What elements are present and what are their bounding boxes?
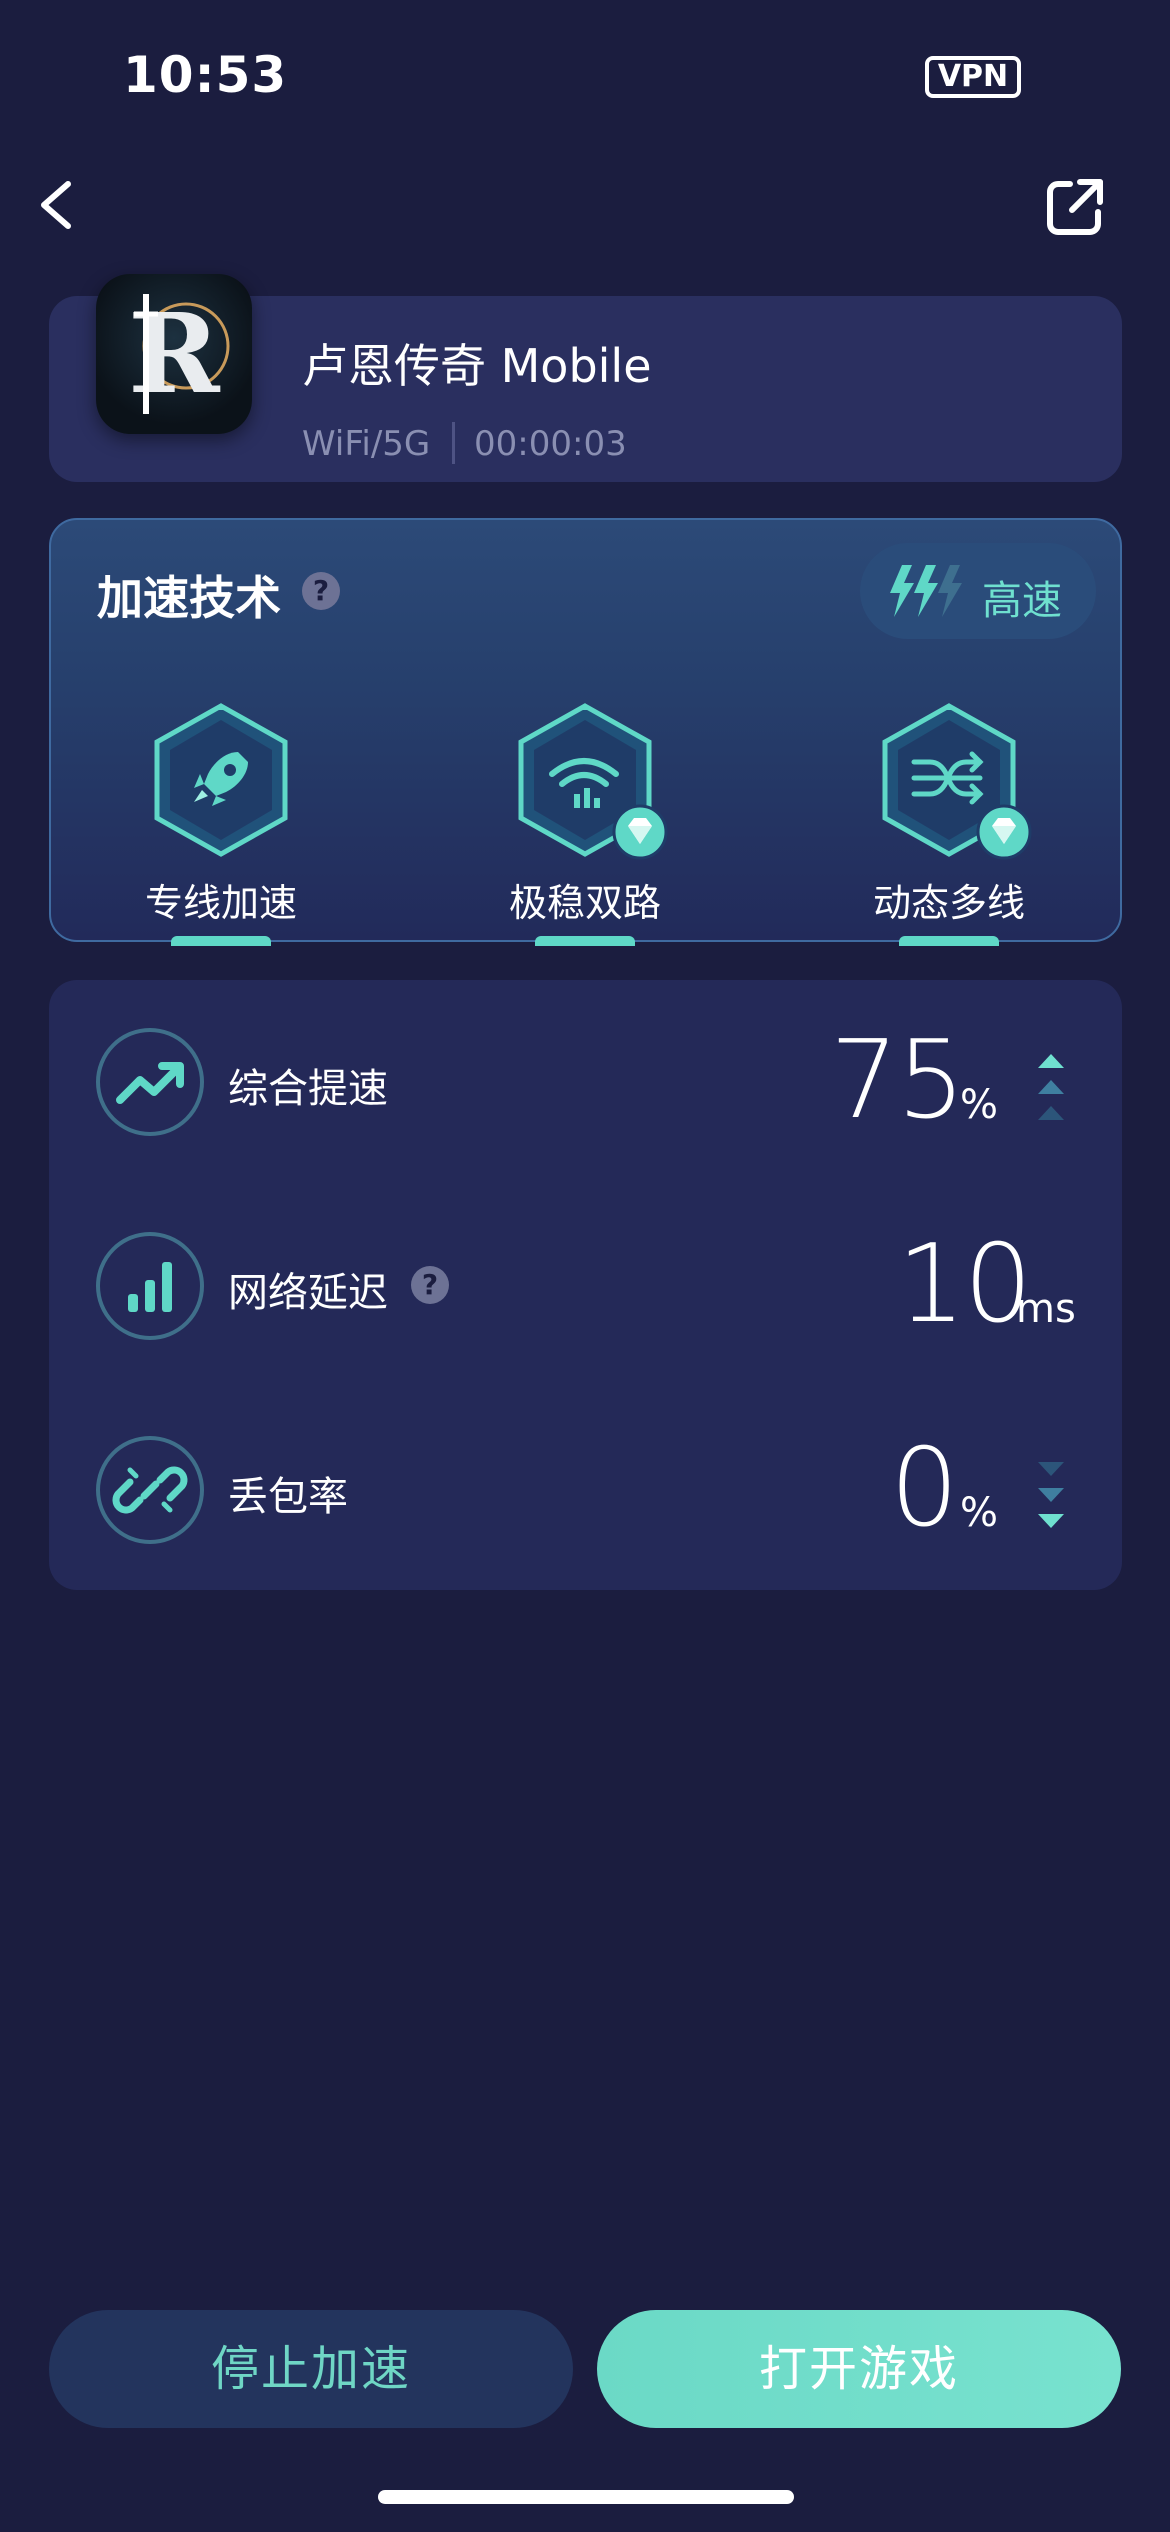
game-icon-letter: R bbox=[128, 289, 221, 418]
feature-label: 动态多线 bbox=[872, 881, 1025, 925]
feature-dedicated-line[interactable]: 专线加速 bbox=[121, 700, 321, 927]
broken-link-icon bbox=[96, 1436, 204, 1544]
accel-tech-title: 加速技术 bbox=[97, 571, 281, 625]
signal-bars-icon bbox=[96, 1232, 204, 1340]
rocket-icon bbox=[194, 752, 248, 806]
speed-mode-label: 高速 bbox=[982, 578, 1062, 624]
stop-acceleration-button[interactable]: 停止加速 bbox=[49, 2310, 573, 2428]
trend-arrows-up bbox=[1038, 1054, 1064, 1120]
status-time: 10:53 bbox=[123, 46, 288, 104]
network-type: WiFi/5G bbox=[302, 424, 431, 464]
help-icon[interactable]: ? bbox=[411, 1266, 449, 1304]
premium-diamond-icon bbox=[976, 804, 1032, 860]
packet-loss-unit: % bbox=[960, 1490, 999, 1536]
divider bbox=[452, 422, 455, 464]
open-game-button[interactable]: 打开游戏 bbox=[597, 2310, 1121, 2428]
lightning-icon bbox=[890, 565, 962, 617]
feature-active-tab bbox=[171, 936, 271, 946]
home-indicator bbox=[378, 2490, 794, 2504]
share-button[interactable] bbox=[1040, 172, 1110, 242]
packet-loss-label: 丢包率 bbox=[228, 1474, 348, 1520]
boost-unit: % bbox=[960, 1082, 999, 1128]
share-external-icon bbox=[1047, 179, 1103, 235]
feature-active-tab bbox=[899, 936, 999, 946]
feature-dual-route[interactable]: 极稳双路 bbox=[485, 700, 685, 927]
premium-diamond-icon bbox=[612, 804, 668, 860]
elapsed-time: 00:00:03 bbox=[474, 424, 627, 464]
feature-dynamic-multiline[interactable]: 动态多线 bbox=[849, 700, 1049, 927]
trend-arrows-down bbox=[1038, 1462, 1064, 1528]
feature-label: 专线加速 bbox=[144, 881, 297, 925]
packet-loss-value: 0 bbox=[890, 1426, 959, 1551]
vpn-badge: VPN bbox=[925, 56, 1021, 98]
boost-label: 综合提速 bbox=[228, 1066, 388, 1112]
boost-value: 75 bbox=[830, 1018, 965, 1143]
chevron-left-icon bbox=[41, 181, 71, 229]
back-button[interactable] bbox=[30, 170, 90, 240]
trend-up-icon bbox=[96, 1028, 204, 1136]
latency-label: 网络延迟 bbox=[228, 1270, 388, 1316]
help-icon[interactable]: ? bbox=[302, 572, 340, 610]
game-app-icon: R bbox=[96, 274, 252, 434]
latency-value: 10 bbox=[897, 1222, 1032, 1347]
game-title: 卢恩传奇 Mobile bbox=[302, 339, 652, 393]
feature-active-tab bbox=[535, 936, 635, 946]
latency-unit: ms bbox=[1016, 1286, 1076, 1332]
feature-label: 极稳双路 bbox=[508, 881, 661, 925]
